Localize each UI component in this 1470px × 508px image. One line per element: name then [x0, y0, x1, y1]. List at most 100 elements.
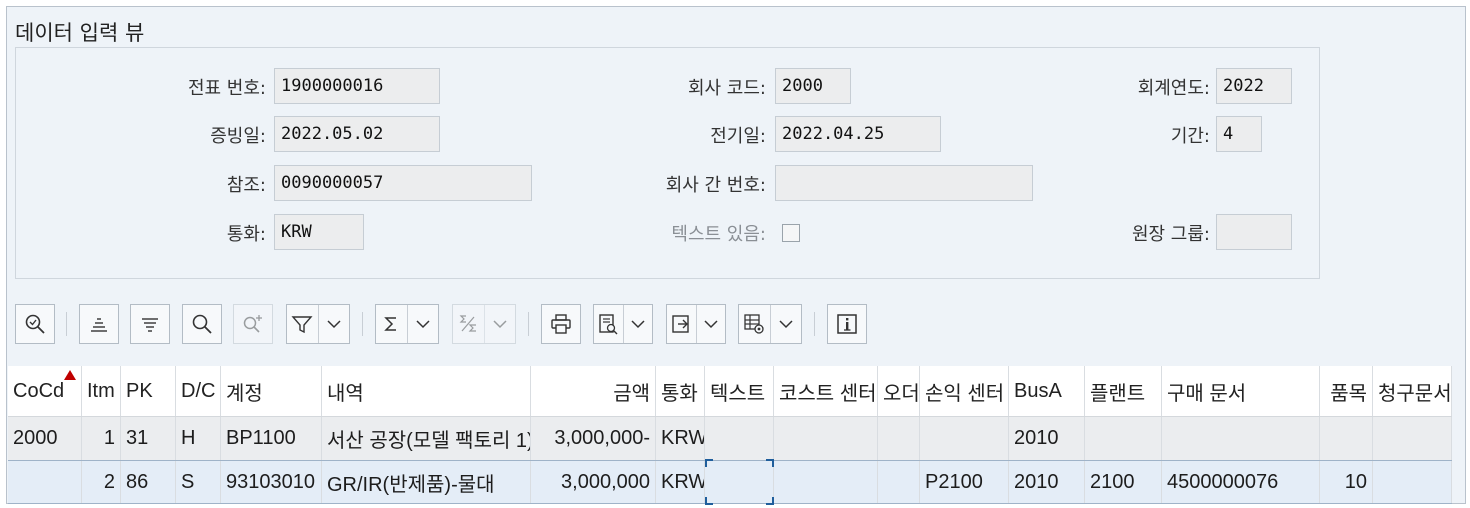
- toolbar-separator: [66, 312, 67, 336]
- cell-item[interactable]: 10: [1320, 461, 1373, 503]
- col-header-text[interactable]: 텍스트: [705, 366, 774, 416]
- reference-field[interactable]: 0090000057: [274, 165, 532, 201]
- ledger-group-label: 원장 그룹:: [1131, 224, 1210, 245]
- col-header-amount[interactable]: 금액: [531, 366, 656, 416]
- cell-cost-center[interactable]: [774, 461, 878, 503]
- cell-dc[interactable]: S: [176, 461, 221, 503]
- subtotal-button[interactable]: [452, 304, 516, 344]
- ledger-group-field[interactable]: [1216, 214, 1292, 250]
- layout-dropdown[interactable]: [769, 305, 801, 343]
- find-next-button[interactable]: [233, 304, 273, 344]
- sum-main[interactable]: [376, 305, 407, 343]
- toolbar-separator: [814, 312, 815, 336]
- sum-button[interactable]: [375, 304, 439, 344]
- subtotal-main[interactable]: [453, 305, 484, 343]
- col-header-account[interactable]: 계정: [221, 366, 322, 416]
- layout-button[interactable]: [738, 304, 802, 344]
- sort-descending-button[interactable]: [130, 304, 170, 344]
- details-button[interactable]: [15, 304, 55, 344]
- cell-busa[interactable]: 2010: [1009, 461, 1085, 503]
- table-row[interactable]: 2000 1 31 H BP1100 서산 공장(모델 팩토리 1) 3,000…: [8, 416, 1452, 460]
- fiscal-year-field[interactable]: 2022: [1216, 68, 1292, 104]
- print-button[interactable]: [541, 304, 581, 344]
- col-header-busa[interactable]: BusA: [1009, 366, 1085, 416]
- cell-purchase-doc[interactable]: [1162, 417, 1320, 460]
- cell-cocd[interactable]: 2000: [8, 417, 82, 460]
- col-header-cocd[interactable]: CoCd: [8, 366, 82, 416]
- cell-itm[interactable]: 1: [82, 417, 121, 460]
- doc-no-field[interactable]: 1900000016: [274, 68, 440, 104]
- cell-currency[interactable]: KRW: [656, 417, 705, 460]
- col-header-item[interactable]: 품목: [1320, 366, 1373, 416]
- period-field[interactable]: 4: [1216, 116, 1262, 152]
- cell-item[interactable]: [1320, 417, 1373, 460]
- cell-billing-doc[interactable]: [1373, 461, 1452, 503]
- col-header-billing-doc[interactable]: 청구문서: [1373, 366, 1452, 416]
- cell-billing-doc[interactable]: [1373, 417, 1452, 460]
- period-label: 기간:: [1170, 126, 1210, 147]
- col-header-description[interactable]: 내역: [322, 366, 531, 416]
- info-icon: [837, 314, 857, 334]
- subtotal-dropdown[interactable]: [483, 305, 515, 343]
- intercompany-field[interactable]: [775, 165, 1033, 201]
- cell-itm[interactable]: 2: [82, 461, 121, 503]
- export-dropdown[interactable]: [695, 305, 725, 343]
- doc-no-label: 전표 번호:: [187, 78, 266, 99]
- cell-cost-center[interactable]: [774, 417, 878, 460]
- cell-amount[interactable]: 3,000,000: [531, 461, 656, 503]
- doc-date-field[interactable]: 2022.05.02: [274, 116, 440, 152]
- cell-pk[interactable]: 31: [121, 417, 176, 460]
- view-dropdown[interactable]: [622, 305, 652, 343]
- cell-currency[interactable]: KRW: [656, 461, 705, 503]
- col-header-profit-center[interactable]: 손익 센터: [920, 366, 1009, 416]
- col-header-order[interactable]: 오더: [878, 366, 920, 416]
- sum-dropdown[interactable]: [406, 305, 438, 343]
- sort-ascending-button[interactable]: [79, 304, 119, 344]
- view-main[interactable]: [594, 305, 623, 343]
- col-header-cost-center[interactable]: 코스트 센터: [774, 366, 878, 416]
- col-header-currency[interactable]: 통화: [656, 366, 705, 416]
- col-header-pk[interactable]: PK: [121, 366, 176, 416]
- text-exists-checkbox[interactable]: [782, 224, 800, 242]
- posting-date-field[interactable]: 2022.04.25: [775, 116, 941, 152]
- cell-busa[interactable]: 2010: [1009, 417, 1085, 460]
- cell-pk[interactable]: 86: [121, 461, 176, 503]
- export-main[interactable]: [667, 305, 696, 343]
- cell-cocd[interactable]: [8, 461, 82, 503]
- cell-order[interactable]: [878, 461, 920, 503]
- col-header-purchase-doc[interactable]: 구매 문서: [1162, 366, 1320, 416]
- cell-dc[interactable]: H: [176, 417, 221, 460]
- cell-profit-center[interactable]: P2100: [920, 461, 1009, 503]
- col-header-itm[interactable]: Itm: [82, 366, 121, 416]
- cell-amount[interactable]: 3,000,000-: [531, 417, 656, 460]
- cell-order[interactable]: [878, 417, 920, 460]
- chevron-down-icon: [631, 320, 645, 329]
- filter-main[interactable]: [287, 305, 318, 343]
- export-button[interactable]: [666, 304, 726, 344]
- currency-field[interactable]: KRW: [274, 214, 364, 250]
- info-button[interactable]: [827, 304, 867, 344]
- cell-account[interactable]: BP1100: [221, 417, 322, 460]
- view-title: 데이터 입력 뷰: [15, 21, 145, 45]
- cell-description[interactable]: 서산 공장(모델 팩토리 1): [322, 417, 531, 460]
- line-items-table: CoCd Itm PK D/C 계정 내역 금액 통화 텍스트 코스트 센터 오…: [8, 366, 1452, 505]
- cell-account[interactable]: 93103010: [221, 461, 322, 503]
- find-button[interactable]: [182, 304, 222, 344]
- col-header-dc[interactable]: D/C: [176, 366, 221, 416]
- cell-profit-center[interactable]: [920, 417, 1009, 460]
- layout-main[interactable]: [739, 305, 770, 343]
- cell-text[interactable]: [705, 417, 774, 460]
- reference-label: 참조:: [226, 175, 266, 196]
- export-icon: [672, 315, 690, 333]
- cell-description[interactable]: GR/IR(반제품)-물대: [322, 461, 531, 503]
- company-code-field[interactable]: 2000: [775, 68, 851, 104]
- cell-purchase-doc[interactable]: 4500000076: [1162, 461, 1320, 503]
- table-row-selected[interactable]: 2 86 S 93103010 GR/IR(반제품)-물대 3,000,000 …: [8, 459, 1452, 505]
- col-header-plant[interactable]: 플랜트: [1085, 366, 1162, 416]
- cell-plant[interactable]: 2100: [1085, 461, 1162, 503]
- cell-plant[interactable]: [1085, 417, 1162, 460]
- view-button[interactable]: [593, 304, 653, 344]
- filter-button[interactable]: [286, 304, 350, 344]
- text-exists-label: 텍스트 있음:: [671, 224, 766, 245]
- filter-dropdown[interactable]: [317, 305, 349, 343]
